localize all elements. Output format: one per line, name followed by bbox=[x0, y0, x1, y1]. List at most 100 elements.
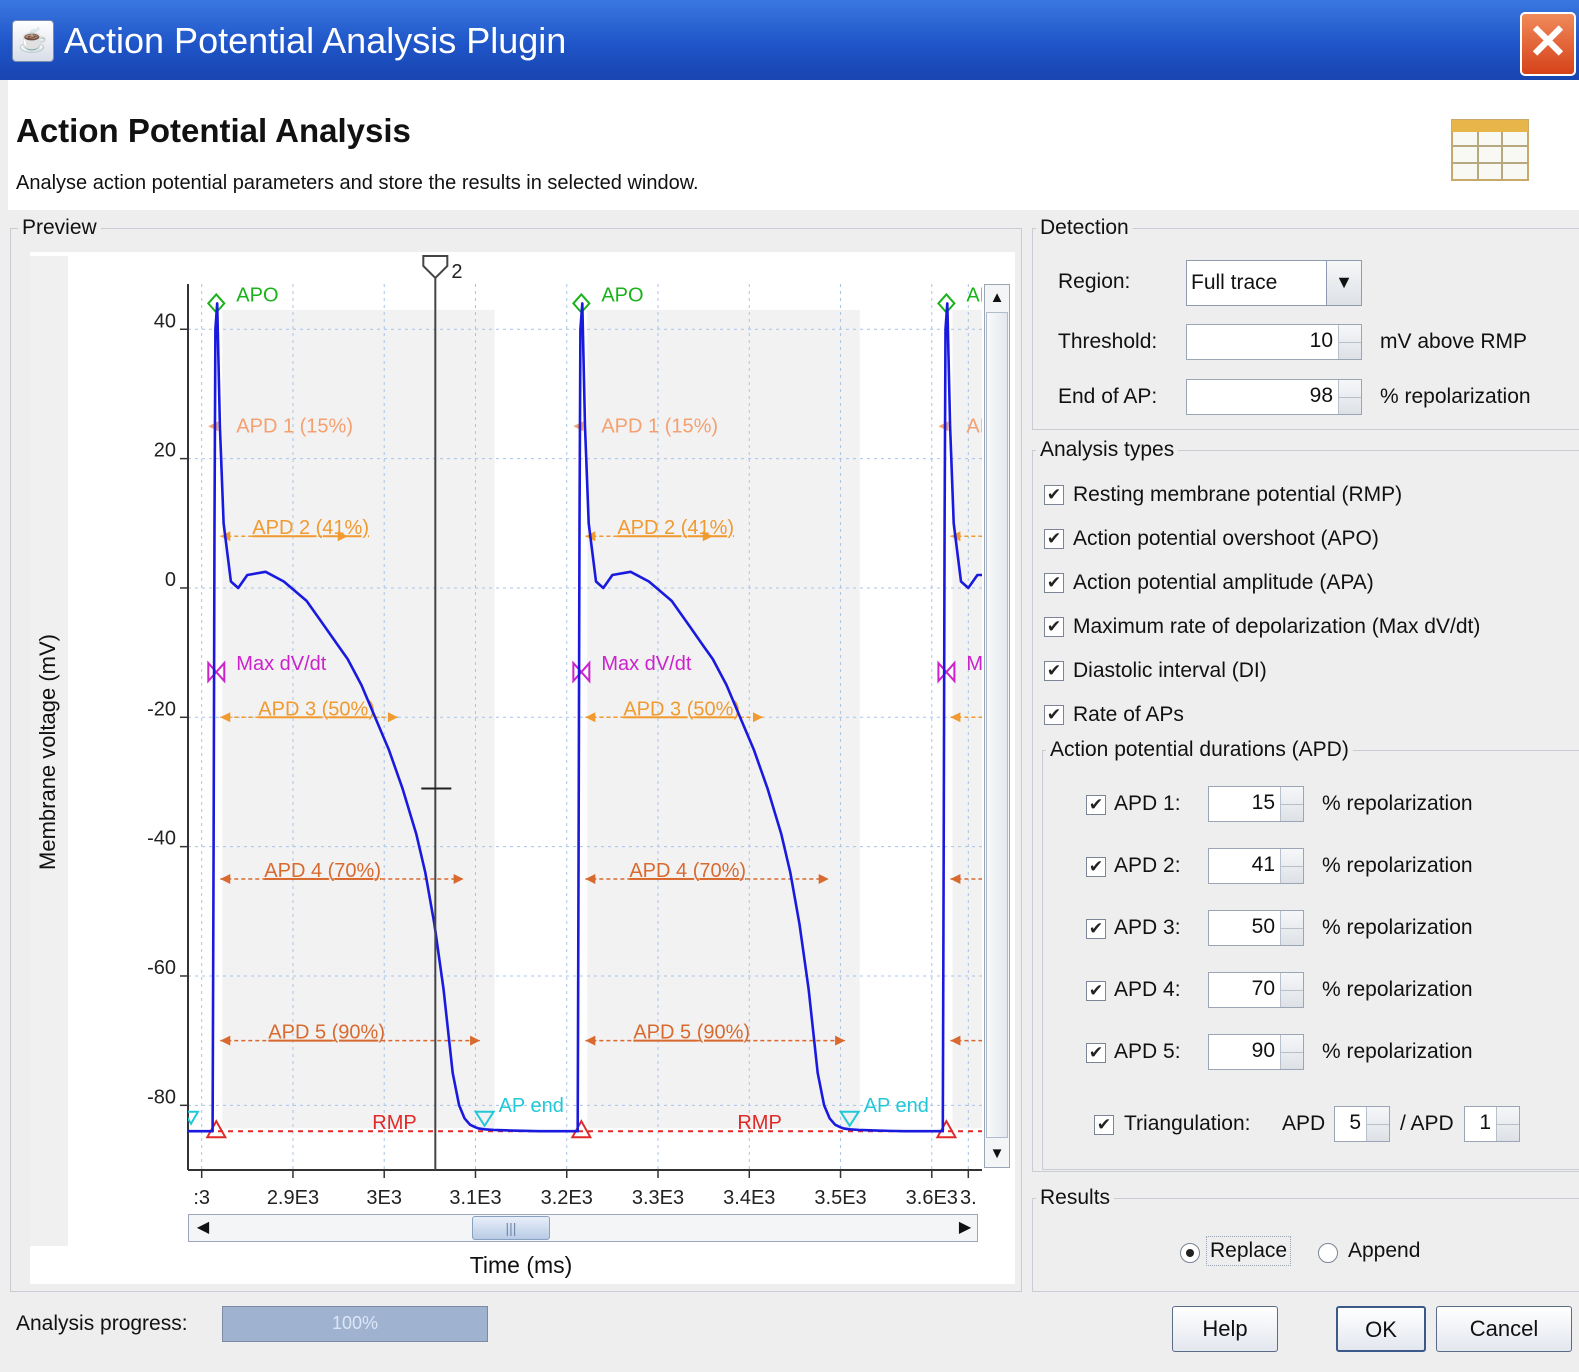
apd-spinner[interactable]: 15 bbox=[1208, 786, 1304, 822]
spinner-arrows-icon[interactable] bbox=[1496, 1107, 1519, 1141]
triangulation-apd-b-value: 1 bbox=[1479, 1111, 1491, 1134]
threshold-spinner[interactable]: 10 bbox=[1186, 324, 1362, 360]
analysis-label: Action potential amplitude (APA) bbox=[1073, 571, 1374, 594]
x-tick-label: 3.5E3 bbox=[814, 1187, 866, 1209]
apd-group-label: Action potential durations (APD) bbox=[1046, 738, 1353, 762]
ok-button[interactable]: OK bbox=[1336, 1306, 1426, 1352]
horizontal-scrollbar[interactable] bbox=[188, 1214, 978, 1242]
scroll-right-arrow-icon[interactable]: ▶ bbox=[952, 1216, 978, 1240]
analysis-checkbox[interactable]: ✔ bbox=[1044, 705, 1064, 725]
end-of-ap-value: 98 bbox=[1309, 384, 1333, 407]
apd-spinner[interactable]: 90 bbox=[1208, 1034, 1304, 1070]
y-tick-label: -20 bbox=[147, 698, 176, 720]
x-axis-label: Time (ms) bbox=[469, 1252, 573, 1278]
help-button[interactable]: Help bbox=[1172, 1306, 1278, 1352]
ap-end-label: AP end bbox=[499, 1095, 564, 1117]
apd-spinner[interactable]: 70 bbox=[1208, 972, 1304, 1008]
append-label[interactable]: Append bbox=[1348, 1239, 1420, 1263]
apd-checkbox[interactable]: ✔ bbox=[1086, 981, 1106, 1001]
region-label: Region: bbox=[1058, 270, 1131, 293]
spinner-arrows-icon[interactable] bbox=[1280, 787, 1303, 821]
analysis-checkbox[interactable]: ✔ bbox=[1044, 617, 1064, 637]
triangulation-checkbox[interactable]: ✔ bbox=[1094, 1115, 1114, 1135]
scroll-up-arrow-icon[interactable]: ▲ bbox=[985, 286, 1009, 310]
y-tick-label: -60 bbox=[147, 957, 176, 979]
y-tick-label: -40 bbox=[147, 828, 176, 850]
apo-label: APO bbox=[236, 284, 278, 306]
apd-checkbox[interactable]: ✔ bbox=[1086, 795, 1106, 815]
ap-end-label: AP end bbox=[864, 1095, 929, 1117]
spinner-arrows-icon[interactable] bbox=[1338, 380, 1361, 414]
triangulation-apd-a-spinner[interactable]: 5 bbox=[1334, 1106, 1390, 1142]
apd3-label: APD 3 (50%) bbox=[623, 698, 740, 720]
apd-checkbox[interactable]: ✔ bbox=[1086, 857, 1106, 877]
y-tick-label: 0 bbox=[165, 569, 176, 591]
apd-label: APD 4: bbox=[1114, 978, 1181, 1001]
triangulation-apd-a-value: 5 bbox=[1349, 1111, 1361, 1134]
detection-group-label: Detection bbox=[1036, 216, 1133, 240]
scroll-down-arrow-icon[interactable]: ▼ bbox=[985, 1142, 1009, 1166]
apd1-label: APD 1 (15%) bbox=[236, 415, 353, 437]
analysis-checkbox[interactable]: ✔ bbox=[1044, 573, 1064, 593]
threshold-label: Threshold: bbox=[1058, 330, 1158, 353]
analysis-types-label: Analysis types bbox=[1036, 438, 1179, 462]
spinner-arrows-icon[interactable] bbox=[1366, 1107, 1389, 1141]
spinner-arrows-icon[interactable] bbox=[1280, 849, 1303, 883]
table-icon bbox=[1451, 119, 1529, 181]
scroll-left-arrow-icon[interactable]: ◀ bbox=[190, 1216, 216, 1240]
replace-radio[interactable] bbox=[1180, 1243, 1200, 1263]
close-button[interactable]: ✕ bbox=[1520, 12, 1576, 76]
analysis-label: Diastolic interval (DI) bbox=[1073, 659, 1267, 682]
spinner-arrows-icon[interactable] bbox=[1280, 973, 1303, 1007]
apd-unit: % repolarization bbox=[1322, 916, 1473, 939]
end-of-ap-spinner[interactable]: 98 bbox=[1186, 379, 1362, 415]
y-tick-label: -80 bbox=[147, 1086, 176, 1108]
apd-unit: % repolarization bbox=[1322, 854, 1473, 877]
x-tick-label: 3.1E3 bbox=[449, 1187, 501, 1209]
cancel-button[interactable]: Cancel bbox=[1436, 1306, 1572, 1352]
triangulation-apd-b-spinner[interactable]: 1 bbox=[1464, 1106, 1520, 1142]
vertical-scroll-thumb[interactable] bbox=[986, 312, 1008, 1138]
x-tick-label: 2.9E3 bbox=[267, 1187, 319, 1209]
apd-unit: % repolarization bbox=[1322, 978, 1473, 1001]
x-tick-label: 3.6E3 bbox=[906, 1187, 958, 1209]
append-radio[interactable] bbox=[1318, 1243, 1338, 1263]
region-dropdown-value: Full trace bbox=[1191, 271, 1278, 294]
apd-label: APD 1: bbox=[1114, 792, 1181, 815]
spinner-arrows-icon[interactable] bbox=[1280, 911, 1303, 945]
apd-value: 70 bbox=[1251, 977, 1275, 1000]
apd-checkbox[interactable]: ✔ bbox=[1086, 1043, 1106, 1063]
results-label: Results bbox=[1036, 1186, 1115, 1210]
spinner-arrows-icon[interactable] bbox=[1338, 325, 1361, 359]
y-tick-label: 40 bbox=[154, 310, 176, 332]
analysis-checkbox[interactable]: ✔ bbox=[1044, 485, 1064, 505]
analysis-label: Action potential overshoot (APO) bbox=[1073, 527, 1379, 550]
x-tick-label: 3.2E3 bbox=[541, 1187, 593, 1209]
maxdvdt-label: Max dV/dt bbox=[601, 653, 691, 675]
apd-spinner[interactable]: 50 bbox=[1208, 910, 1304, 946]
analysis-checkbox[interactable]: ✔ bbox=[1044, 529, 1064, 549]
rmp-label: RMP bbox=[737, 1112, 781, 1134]
analysis-label: Rate of APs bbox=[1073, 703, 1184, 726]
horizontal-scroll-thumb[interactable]: ||| bbox=[472, 1216, 550, 1240]
apd5-label: APD 5 (90%) bbox=[633, 1022, 750, 1044]
analysis-checkbox[interactable]: ✔ bbox=[1044, 661, 1064, 681]
threshold-value: 10 bbox=[1309, 329, 1333, 352]
spinner-arrows-icon[interactable] bbox=[1280, 1035, 1303, 1069]
apd-spinner[interactable]: 41 bbox=[1208, 848, 1304, 884]
end-of-ap-unit: % repolarization bbox=[1380, 385, 1531, 408]
replace-label[interactable]: Replace bbox=[1206, 1236, 1292, 1266]
y-tick-label: 20 bbox=[154, 440, 176, 462]
apd3-label: APD 3 (50%) bbox=[258, 698, 375, 720]
apd-value: 50 bbox=[1251, 915, 1275, 938]
x-tick-label: 3E3 bbox=[366, 1187, 402, 1209]
region-dropdown[interactable]: Full trace ▼ bbox=[1186, 260, 1362, 306]
ap-chart[interactable]: 40200-20-40-60-80:3 2.9E3 3E3 3.1E3 3.2E3 3.3… bbox=[0, 0, 1020, 1250]
rmp-label: RMP bbox=[372, 1112, 416, 1134]
apd-checkbox[interactable]: ✔ bbox=[1086, 919, 1106, 939]
apo-label: APO bbox=[601, 284, 643, 306]
triangulation-apd-b-label: / APD bbox=[1400, 1112, 1454, 1135]
triangulation-apd-a-label: APD bbox=[1282, 1112, 1326, 1135]
cursor-handle-icon bbox=[422, 255, 449, 280]
apd-value: 90 bbox=[1251, 1039, 1275, 1062]
